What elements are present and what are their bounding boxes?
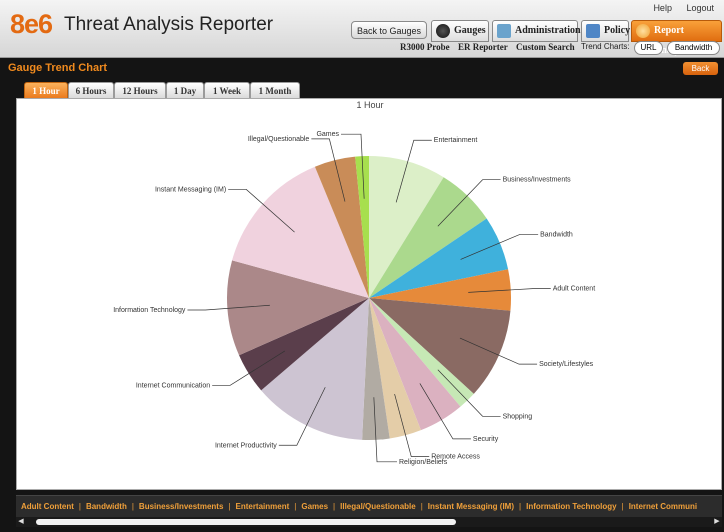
back-to-gauges-button[interactable]: Back to Gauges bbox=[351, 21, 427, 39]
sublink-er-reporter[interactable]: ER Reporter bbox=[458, 42, 508, 52]
scrollbar-thumb[interactable] bbox=[36, 519, 456, 525]
slice-label: Adult Content bbox=[553, 286, 595, 293]
slice-label: Illegal/Questionable bbox=[248, 136, 310, 143]
slice-label: Security bbox=[473, 436, 499, 443]
tab-report-analysis[interactable]: Report Analysis bbox=[631, 20, 722, 56]
legend-bar: Adult Content | Bandwidth | Business/Investm… bbox=[16, 495, 722, 518]
tab-1-day[interactable]: 1 Day bbox=[166, 82, 204, 99]
app-header: 8e6 Threat Analysis Reporter Help Logout… bbox=[0, 0, 724, 58]
legend-item[interactable]: Games bbox=[296, 497, 333, 517]
legend-item[interactable]: Entertainment bbox=[230, 497, 294, 517]
gauge-icon bbox=[436, 24, 450, 38]
legend-item[interactable]: Business/Investments bbox=[134, 497, 228, 517]
page-title: Gauge Trend Chart bbox=[8, 62, 108, 74]
legend-item[interactable]: Internet Communi bbox=[624, 497, 702, 517]
tab-1-week[interactable]: 1 Week bbox=[204, 82, 250, 99]
tab-6-hours[interactable]: 6 Hours bbox=[68, 82, 114, 99]
scroll-right-arrow-icon[interactable]: ▶ bbox=[712, 517, 722, 527]
tab-gauges[interactable]: Gauges bbox=[431, 20, 489, 42]
tab-administration-label: Administration bbox=[515, 25, 581, 36]
app-logo: 8e6 bbox=[10, 9, 53, 39]
chart-panel: 1 Hour Entertainment Business/Investments… bbox=[16, 98, 722, 490]
slice-label: Entertainment bbox=[434, 137, 478, 144]
slice-label: Instant Messaging (IM) bbox=[155, 186, 226, 193]
slice-label: Games bbox=[316, 131, 339, 138]
chart-title: 1 Hour bbox=[356, 100, 384, 110]
slice-label: Bandwidth bbox=[540, 231, 573, 238]
trend-charts-label: Trend Charts: bbox=[581, 42, 630, 51]
trend-bandwidth-button[interactable]: Bandwidth bbox=[667, 41, 720, 55]
slice-label: Internet Communication bbox=[136, 382, 210, 389]
sublink-custom-search[interactable]: Custom Search bbox=[516, 42, 575, 52]
scroll-left-arrow-icon[interactable]: ◀ bbox=[16, 517, 26, 527]
tab-1-month[interactable]: 1 Month bbox=[250, 82, 300, 99]
help-links: Help Logout bbox=[641, 3, 714, 13]
legend-item[interactable]: Information Technology bbox=[521, 497, 622, 517]
back-button[interactable]: Back bbox=[683, 62, 718, 75]
slice-label: Shopping bbox=[503, 413, 533, 420]
legend-item[interactable]: Illegal/Questionable bbox=[335, 497, 421, 517]
pie-chart: Entertainment Business/Investments Bandwid… bbox=[113, 131, 595, 466]
slice-label: Business/Investments bbox=[503, 177, 572, 184]
slice-label: Information Technology bbox=[113, 307, 186, 314]
tab-gauges-label: Gauges bbox=[454, 25, 486, 36]
tab-administration[interactable]: Administration bbox=[492, 20, 581, 42]
tab-policy-label: Policy bbox=[604, 25, 631, 36]
sublink-r3000-probe[interactable]: R3000 Probe bbox=[400, 42, 450, 52]
tab-12-hours[interactable]: 12 Hours bbox=[114, 82, 166, 99]
slice-label: Religion/Beliefs bbox=[399, 459, 448, 466]
policy-icon bbox=[586, 24, 600, 38]
report-icon bbox=[636, 24, 650, 38]
slice-label: Internet Productivity bbox=[215, 442, 277, 449]
logout-link[interactable]: Logout bbox=[686, 3, 714, 13]
legend-item[interactable]: Bandwidth bbox=[81, 497, 132, 517]
tab-policy[interactable]: Policy bbox=[581, 20, 631, 42]
legend-scrollbar[interactable]: ◀ ▶ bbox=[16, 517, 722, 527]
app-title: Threat Analysis Reporter bbox=[64, 14, 274, 35]
legend-item[interactable]: Instant Messaging (IM) bbox=[423, 497, 519, 517]
trend-url-button[interactable]: URL bbox=[634, 41, 663, 55]
help-link[interactable]: Help bbox=[653, 3, 672, 13]
legend-item[interactable]: Adult Content bbox=[16, 497, 79, 517]
tab-1-hour[interactable]: 1 Hour bbox=[24, 82, 68, 99]
slice-label: Society/Lifestyles bbox=[539, 361, 594, 368]
admin-icon bbox=[497, 24, 511, 38]
